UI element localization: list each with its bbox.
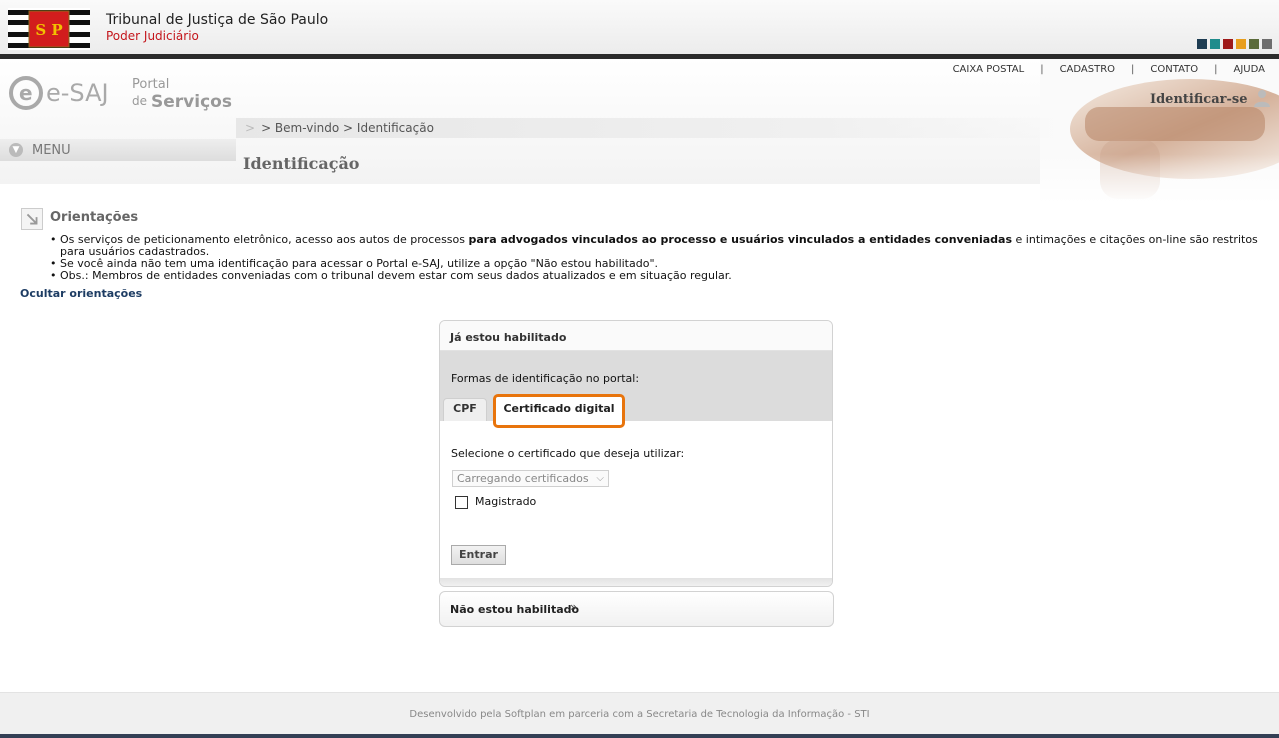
link-separator: | bbox=[1040, 64, 1044, 75]
top-links: CAIXA POSTAL | CADASTRO | CONTATO | AJUD… bbox=[953, 64, 1265, 75]
page-title: Identificação bbox=[243, 154, 360, 173]
theme-swatch[interactable] bbox=[1262, 39, 1272, 49]
breadcrumb-home-icon[interactable]: > bbox=[245, 121, 255, 135]
certificate-select[interactable]: Carregando certificados ⌵ bbox=[452, 470, 609, 487]
theme-swatch[interactable] bbox=[1223, 39, 1233, 49]
theme-swatch[interactable] bbox=[1236, 39, 1246, 49]
user-icon[interactable] bbox=[1254, 89, 1270, 107]
de-word: de bbox=[132, 94, 147, 108]
guidelines-title: Orientações bbox=[50, 210, 139, 225]
gavel-image bbox=[1040, 59, 1279, 204]
panel-footer bbox=[440, 578, 832, 586]
tab-cpf[interactable]: CPF bbox=[443, 398, 487, 421]
theme-swatch[interactable] bbox=[1249, 39, 1259, 49]
panel-title: Já estou habilitado bbox=[450, 331, 567, 344]
logo-letters: S P bbox=[35, 21, 62, 39]
double-chevron-right-icon[interactable]: » bbox=[570, 600, 577, 614]
list-item: Os serviços de peticionamento eletrônico… bbox=[50, 234, 1260, 258]
breadcrumb: > > Bem-vindo > Identificação bbox=[245, 121, 434, 135]
identification-methods-label: Formas de identificação no portal: bbox=[451, 372, 640, 385]
tab-certificado-digital[interactable]: Certificado digital bbox=[493, 394, 625, 428]
footer-bottom-line bbox=[0, 734, 1279, 738]
chevron-down-icon: ⌵ bbox=[596, 473, 604, 484]
guidelines-list: Os serviços de peticionamento eletrônico… bbox=[50, 234, 1260, 283]
court-subtitle: Poder Judiciário bbox=[106, 29, 199, 43]
theme-swatch[interactable] bbox=[1197, 39, 1207, 49]
magistrado-label[interactable]: Magistrado bbox=[475, 495, 536, 508]
link-separator: | bbox=[1131, 64, 1135, 75]
esaj-logo: e e-SAJ Portal de Serviços bbox=[9, 76, 232, 112]
link-caixa-postal[interactable]: CAIXA POSTAL bbox=[953, 64, 1025, 75]
enter-button[interactable]: Entrar bbox=[451, 545, 506, 565]
portal-word: Portal bbox=[132, 77, 169, 92]
not-enabled-link[interactable]: Não estou habilitado bbox=[450, 603, 579, 616]
magistrado-checkbox[interactable] bbox=[455, 496, 468, 509]
link-ajuda[interactable]: AJUDA bbox=[1234, 64, 1265, 75]
theme-swatches[interactable] bbox=[1197, 39, 1272, 49]
chevron-down-icon[interactable]: ▼ bbox=[9, 143, 23, 157]
link-separator: | bbox=[1214, 64, 1218, 75]
link-cadastro[interactable]: CADASTRO bbox=[1060, 64, 1115, 75]
certificate-select-label: Selecione o certificado que deseja utili… bbox=[451, 447, 685, 460]
menu-button[interactable]: MENU bbox=[32, 143, 71, 158]
court-name: Tribunal de Justiça de São Paulo bbox=[106, 12, 329, 28]
tjsp-logo: S P bbox=[8, 8, 90, 50]
not-enabled-panel[interactable]: Não estou habilitado » bbox=[439, 591, 834, 627]
arrow-down-right-icon[interactable] bbox=[21, 208, 43, 230]
certificate-select-value: Carregando certificados bbox=[457, 472, 589, 485]
svg-text:e: e bbox=[19, 81, 33, 105]
identify-link[interactable]: Identificar-se bbox=[1150, 92, 1247, 107]
list-item: Obs.: Membros de entidades conveniadas c… bbox=[50, 270, 1260, 283]
breadcrumb-text[interactable]: > Bem-vindo > Identificação bbox=[261, 121, 434, 135]
link-contato[interactable]: CONTATO bbox=[1150, 64, 1198, 75]
footer-text: Desenvolvido pela Softplan em parceria c… bbox=[409, 709, 870, 720]
login-panel: Já estou habilitado Formas de identifica… bbox=[439, 320, 833, 587]
theme-swatch[interactable] bbox=[1210, 39, 1220, 49]
esaj-logo-text: e-SAJ bbox=[46, 79, 109, 107]
hide-guidelines-link[interactable]: Ocultar orientações bbox=[20, 287, 142, 300]
servicos-word: Serviços bbox=[151, 92, 232, 112]
